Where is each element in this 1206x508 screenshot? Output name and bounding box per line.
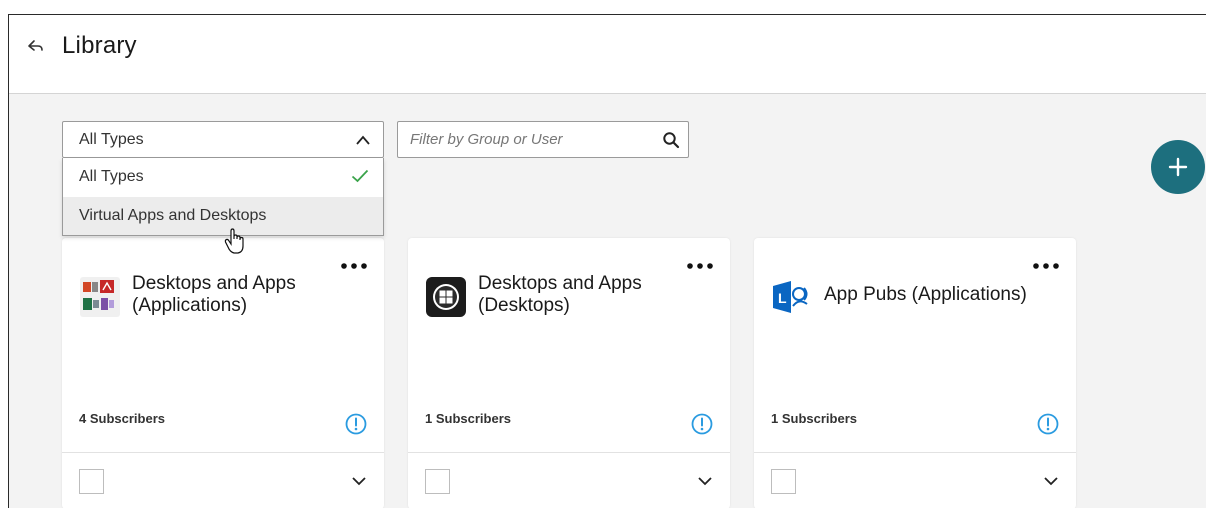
chevron-down-icon[interactable]	[1043, 475, 1059, 487]
type-option-all-types[interactable]: All Types	[63, 158, 383, 196]
info-icon[interactable]	[691, 413, 713, 435]
back-arrow-icon[interactable]	[25, 37, 45, 57]
card-title: App Pubs (Applications)	[824, 284, 1027, 305]
add-button[interactable]	[1151, 140, 1205, 194]
windows-desktop-icon	[426, 277, 466, 317]
card-title: Desktops and Apps (Desktops)	[478, 273, 642, 316]
page-title: Library	[62, 32, 137, 59]
more-options-icon[interactable]	[340, 261, 368, 271]
subscriber-count: 4 Subscribers	[79, 411, 165, 426]
card-divider	[62, 452, 384, 453]
group-user-filter	[397, 121, 689, 158]
svg-text:L: L	[778, 290, 787, 306]
more-options-icon[interactable]	[686, 261, 714, 271]
hand-cursor-icon	[224, 228, 244, 254]
type-option-label: Virtual Apps and Desktops	[79, 207, 267, 224]
plus-icon	[1168, 157, 1188, 177]
card-title: Desktops and Apps (Applications)	[132, 273, 296, 316]
card-divider	[408, 452, 730, 453]
checkmark-icon	[351, 169, 369, 183]
type-option-virtual-apps[interactable]: Virtual Apps and Desktops	[63, 197, 383, 235]
lync-app-icon: L	[773, 281, 808, 313]
chevron-down-icon[interactable]	[697, 475, 713, 487]
library-card[interactable]: Desktops and Apps (Desktops) 1 Subscribe…	[408, 238, 730, 508]
info-icon[interactable]	[1037, 413, 1059, 435]
select-checkbox[interactable]	[425, 469, 450, 494]
library-card[interactable]: Desktops and Apps (Applications) 4 Subsc…	[62, 238, 384, 508]
type-option-label: All Types	[79, 168, 144, 185]
library-page: Library All Types All Types Virtual Apps…	[8, 14, 1206, 508]
subscriber-count: 1 Subscribers	[425, 411, 511, 426]
type-filter-select[interactable]: All Types	[62, 121, 384, 158]
search-icon[interactable]	[662, 131, 680, 149]
card-divider	[754, 452, 1076, 453]
type-filter-value: All Types	[79, 131, 144, 148]
more-options-icon[interactable]	[1032, 261, 1060, 271]
chevron-up-icon	[356, 135, 370, 145]
subscriber-count: 1 Subscribers	[771, 411, 857, 426]
type-filter-menu: All Types Virtual Apps and Desktops	[62, 158, 384, 236]
office-apps-icon	[80, 277, 120, 317]
select-checkbox[interactable]	[79, 469, 104, 494]
library-card[interactable]: L App Pubs (Applications) 1 Subscribers	[754, 238, 1076, 508]
search-input[interactable]	[398, 122, 658, 157]
chevron-down-icon[interactable]	[351, 475, 367, 487]
select-checkbox[interactable]	[771, 469, 796, 494]
info-icon[interactable]	[345, 413, 367, 435]
page-header: Library	[9, 15, 1206, 94]
